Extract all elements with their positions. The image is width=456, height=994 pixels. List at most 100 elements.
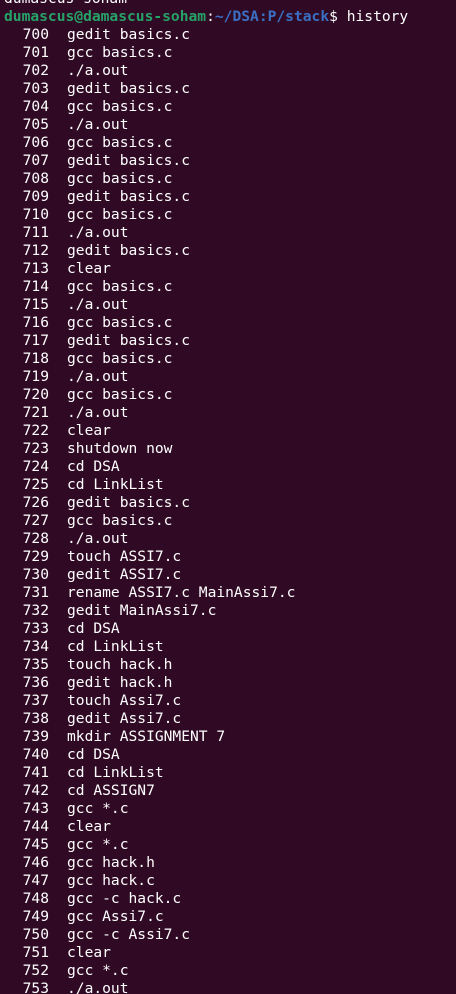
history-entry-number: 751 <box>22 944 49 961</box>
history-entry-gap <box>49 152 67 170</box>
history-entry-number: 722 <box>22 422 49 439</box>
history-entry-command: touch ASSI7.c <box>67 548 182 565</box>
history-entry-number: 720 <box>22 386 49 403</box>
history-entry: 704 gcc basics.c <box>4 98 454 116</box>
history-entry-number: 704 <box>22 98 49 115</box>
history-entry-command: clear <box>67 422 111 439</box>
history-entry-number: 729 <box>22 548 49 565</box>
history-entry-command: gcc hack.h <box>67 854 155 871</box>
history-entry: 721 ./a.out <box>4 404 454 422</box>
history-entry-number: 714 <box>22 278 49 295</box>
prompt-symbol: $ <box>329 8 338 25</box>
history-entry: 750 gcc -c Assi7.c <box>4 926 454 944</box>
history-entry-command: ./a.out <box>67 530 129 547</box>
history-entry-command: touch Assi7.c <box>67 692 182 709</box>
terminal-window[interactable]: dumascus-soham dumascus@damascus-soham:~… <box>0 0 456 994</box>
prompt-command: history <box>337 8 409 25</box>
history-entry: 709 gedit basics.c <box>4 188 454 206</box>
history-entry-number: 709 <box>22 188 49 205</box>
history-entry: 745 gcc *.c <box>4 836 454 854</box>
history-entry-number: 733 <box>22 620 49 637</box>
history-entry-gap <box>49 656 67 674</box>
history-entry: 740 cd DSA <box>4 746 454 764</box>
history-entry-number: 702 <box>22 62 49 79</box>
history-entry: 703 gedit basics.c <box>4 80 454 98</box>
history-entry-command: cd LinkList <box>67 638 164 655</box>
history-entry-command: gedit basics.c <box>67 26 191 43</box>
history-entry-command: gedit hack.h <box>67 674 173 691</box>
history-entry-number: 724 <box>22 458 49 475</box>
history-entry-number: 734 <box>22 638 49 655</box>
history-entry-command: gcc hack.c <box>67 872 155 889</box>
prompt-path: ~/DSA:P/stack <box>214 8 330 25</box>
history-entry-gap <box>49 602 67 620</box>
history-entry-gap <box>49 332 67 350</box>
history-entry-number: 718 <box>22 350 49 367</box>
history-entry: 749 gcc Assi7.c <box>4 908 454 926</box>
history-entry-command: gcc basics.c <box>67 206 173 223</box>
history-entry-command: gedit basics.c <box>67 152 191 169</box>
history-entry-gap <box>49 854 67 872</box>
history-entry-number: 706 <box>22 134 49 151</box>
history-entry-command: cd DSA <box>67 458 120 475</box>
history-entry-gap <box>49 728 67 746</box>
history-entry: 752 gcc *.c <box>4 962 454 980</box>
history-entry-gap <box>49 908 67 926</box>
history-entry-command: gedit basics.c <box>67 188 191 205</box>
history-entry-number: 717 <box>22 332 49 349</box>
prompt-user-host: dumascus@damascus-soham <box>4 8 207 25</box>
history-entry: 706 gcc basics.c <box>4 134 454 152</box>
history-entry-gap <box>49 872 67 890</box>
history-entry-command: ./a.out <box>67 62 129 79</box>
history-entry-gap <box>49 836 67 854</box>
history-entry: 701 gcc basics.c <box>4 44 454 62</box>
history-entry-number: 728 <box>22 530 49 547</box>
history-entry: 705 ./a.out <box>4 116 454 134</box>
history-entry: 707 gedit basics.c <box>4 152 454 170</box>
previous-output-line: dumascus-soham <box>4 0 454 8</box>
history-entry: 746 gcc hack.h <box>4 854 454 872</box>
history-entry-number: 738 <box>22 710 49 727</box>
history-entry: 702 ./a.out <box>4 62 454 80</box>
history-entry-gap <box>49 98 67 116</box>
history-entry-gap <box>49 818 67 836</box>
history-entry-command: gedit ASSI7.c <box>67 566 182 583</box>
history-entry-gap <box>49 440 67 458</box>
history-entry-command: clear <box>67 260 111 277</box>
history-entry-command: ./a.out <box>67 296 129 313</box>
history-entry-number: 711 <box>22 224 49 241</box>
history-entry: 728 ./a.out <box>4 530 454 548</box>
history-entry: 718 gcc basics.c <box>4 350 454 368</box>
history-entry-number: 752 <box>22 962 49 979</box>
history-entry-number: 713 <box>22 260 49 277</box>
history-entry-gap <box>49 314 67 332</box>
history-entry-gap <box>49 242 67 260</box>
history-entry-number: 719 <box>22 368 49 385</box>
history-entry-gap <box>49 206 67 224</box>
history-entry-number: 701 <box>22 44 49 61</box>
history-entry-gap <box>49 566 67 584</box>
history-entry: 717 gedit basics.c <box>4 332 454 350</box>
history-entry-command: gcc basics.c <box>67 98 173 115</box>
history-list: 700 gedit basics.c 701 gcc basics.c 702 ./a.o… <box>4 26 454 994</box>
history-entry: 725 cd LinkList <box>4 476 454 494</box>
history-entry-command: rename ASSI7.c MainAssi7.c <box>67 584 296 601</box>
history-entry-gap <box>49 620 67 638</box>
history-entry-gap <box>49 422 67 440</box>
history-entry-gap <box>49 404 67 422</box>
history-entry-gap <box>49 584 67 602</box>
history-entry-command: gedit basics.c <box>67 494 191 511</box>
history-entry: 700 gedit basics.c <box>4 26 454 44</box>
history-entry-command: ./a.out <box>67 116 129 133</box>
history-entry: 723 shutdown now <box>4 440 454 458</box>
history-entry: 742 cd ASSIGN7 <box>4 782 454 800</box>
history-entry: 751 clear <box>4 944 454 962</box>
history-entry-number: 736 <box>22 674 49 691</box>
history-entry-command: gedit Assi7.c <box>67 710 182 727</box>
history-entry-number: 743 <box>22 800 49 817</box>
history-entry-gap <box>49 962 67 980</box>
history-entry-number: 737 <box>22 692 49 709</box>
history-entry-gap <box>49 530 67 548</box>
history-entry-gap <box>49 674 67 692</box>
history-entry-gap <box>49 44 67 62</box>
